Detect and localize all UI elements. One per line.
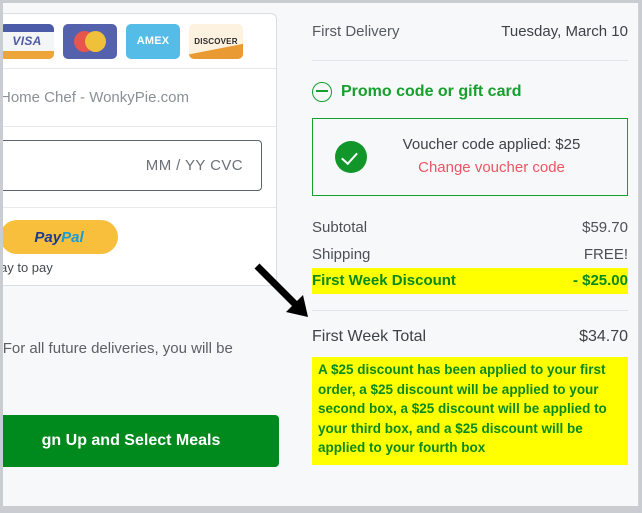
- first-week-discount-label: First Week Discount: [312, 272, 456, 289]
- card-number-field-wrapper: MM / YY CVC: [3, 127, 276, 208]
- cardholder-name-field[interactable]: Home Chef - WonkyPie.com: [3, 69, 276, 127]
- visa-top-bar: [3, 23, 54, 32]
- voucher-applied-text: Voucher code applied: $25: [402, 136, 581, 153]
- mastercard-icon: [63, 23, 117, 59]
- checkout-page: VISA AMEX DISCOVER Home Chef - WonkyPie.…: [3, 3, 639, 506]
- promo-code-label: Promo code or gift card: [341, 83, 522, 100]
- first-week-discount-row: First Week Discount - $25.00: [312, 268, 628, 294]
- first-week-total-value: $34.70: [579, 328, 628, 345]
- first-delivery-value: Tuesday, March 10: [501, 23, 628, 40]
- visa-label: VISA: [12, 34, 42, 48]
- payment-column: VISA AMEX DISCOVER Home Chef - WonkyPie.…: [3, 3, 295, 506]
- subtotal-label: Subtotal: [312, 219, 368, 236]
- promo-code-toggle[interactable]: Promo code or gift card: [312, 82, 628, 102]
- accepted-cards-row: VISA AMEX DISCOVER: [3, 14, 276, 69]
- first-delivery-row: First Delivery Tuesday, March 10: [312, 3, 628, 40]
- discover-label: DISCOVER: [194, 36, 238, 46]
- visa-icon: VISA: [3, 23, 54, 59]
- change-voucher-code-link[interactable]: Change voucher code: [384, 156, 599, 180]
- first-week-total-row: First Week Total $34.70: [312, 311, 628, 357]
- voucher-text-group: Voucher code applied: $25 Change voucher…: [384, 134, 627, 180]
- first-delivery-label: First Delivery: [312, 23, 400, 40]
- mastercard-yellow-circle: [85, 30, 106, 52]
- card-number-input[interactable]: MM / YY CVC: [3, 140, 262, 191]
- payment-card-panel: VISA AMEX DISCOVER Home Chef - WonkyPie.…: [3, 13, 277, 286]
- signup-select-meals-button[interactable]: gn Up and Select Meals: [3, 415, 279, 467]
- minus-circle-icon: [312, 82, 332, 102]
- amex-label: AMEX: [136, 35, 170, 47]
- totals-list: Subtotal $59.70 Shipping FREE! First Wee…: [312, 214, 628, 294]
- check-circle-icon: [335, 141, 367, 173]
- paypal-word-pal: Pal: [61, 228, 84, 246]
- delivery-note-text: ry. For all future deliveries, you will …: [3, 340, 233, 357]
- order-summary-column: First Delivery Tuesday, March 10 Promo c…: [295, 3, 638, 506]
- paypal-wordmark: PayPal: [34, 229, 83, 246]
- card-expiry-cvc-placeholder: MM / YY CVC: [145, 157, 243, 174]
- paypal-subtext: ay to pay: [3, 260, 53, 275]
- amex-icon: AMEX: [126, 23, 180, 59]
- paypal-section: PayPal ay to pay: [3, 208, 276, 285]
- shipping-row: Shipping FREE!: [312, 241, 628, 268]
- first-week-discount-value: - $25.00: [572, 272, 628, 289]
- subtotal-value: $59.70: [582, 219, 628, 236]
- discover-icon: DISCOVER: [189, 23, 243, 59]
- shipping-label: Shipping: [312, 246, 371, 263]
- cardholder-name-placeholder: Home Chef - WonkyPie.com: [3, 89, 189, 106]
- visa-bottom-bar: [3, 50, 54, 59]
- discount-explanation-note: A $25 discount has been applied to your …: [312, 357, 628, 465]
- subtotal-row: Subtotal $59.70: [312, 214, 628, 241]
- paypal-word-pay: Pay: [34, 228, 62, 246]
- paypal-button[interactable]: PayPal: [3, 220, 118, 254]
- shipping-value: FREE!: [583, 246, 628, 263]
- first-week-total-label: First Week Total: [312, 328, 427, 345]
- voucher-applied-box: Voucher code applied: $25 Change voucher…: [312, 118, 628, 196]
- divider-under-delivery: [312, 60, 628, 61]
- browser-viewport: VISA AMEX DISCOVER Home Chef - WonkyPie.…: [0, 0, 642, 513]
